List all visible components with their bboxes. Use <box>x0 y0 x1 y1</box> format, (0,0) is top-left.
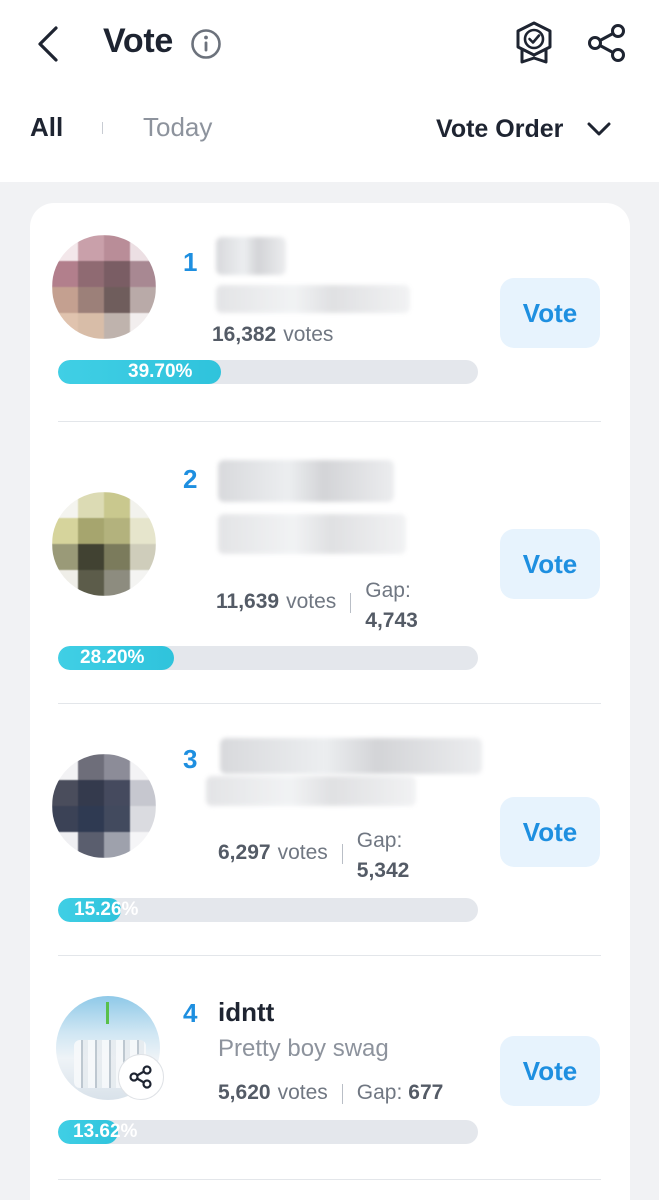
tab-divider <box>102 122 103 134</box>
avatar <box>52 492 156 596</box>
rank-number: 3 <box>183 744 198 774</box>
vote-share-bar: 15.26% <box>58 898 478 922</box>
gap-label: Gap: <box>356 1081 403 1104</box>
tab-today[interactable]: Today <box>143 112 212 143</box>
blurred-subtitle <box>216 285 410 313</box>
blurred-subtitle <box>206 776 416 806</box>
stat-separator <box>350 593 352 613</box>
tab-all[interactable]: All <box>30 112 63 143</box>
page-title: Vote <box>103 22 173 60</box>
blurred-name <box>216 237 286 275</box>
vote-button[interactable]: Vote <box>500 797 600 867</box>
ranking-item-3: 3 6,297 votes Gap: 5,342 Vote 15.26% <box>30 704 630 956</box>
ranking-item-1: 1 16,382 votes Vote 39.70% <box>30 203 630 423</box>
gap-value: 4,743 <box>365 609 418 632</box>
vote-stats: 11,639 votes Gap: 4,743 <box>216 576 418 636</box>
share-icon <box>129 1065 152 1089</box>
vote-share-bar: 13.62% <box>58 1120 478 1144</box>
vote-count: 11,639 <box>216 590 280 613</box>
blurred-subtitle <box>218 514 406 554</box>
vote-share-percent: 13.62% <box>73 1121 138 1142</box>
share-button[interactable] <box>118 1054 164 1100</box>
vote-stats: 5,620 votes Gap: 677 <box>218 1081 443 1105</box>
rank-number: 4 <box>183 998 198 1028</box>
entry-name: idntt <box>218 997 275 1027</box>
rank-number: 2 <box>183 464 198 494</box>
vote-stats: 6,297 votes Gap: 5,342 <box>218 826 409 886</box>
vote-stats: 16,382 votes <box>212 323 333 347</box>
entry-subtitle: Pretty boy swag <box>218 1035 389 1062</box>
stat-separator <box>341 1084 343 1104</box>
vote-button[interactable]: Vote <box>500 278 600 348</box>
votes-suffix: votes <box>277 1081 328 1104</box>
gap-block: Gap: 4,743 <box>365 576 418 636</box>
divider <box>58 1179 601 1180</box>
gap-label: Gap: <box>356 829 403 852</box>
ranking-card: 1 16,382 votes Vote 39.70% 2 11,639 vote… <box>30 203 630 1200</box>
share-icon[interactable] <box>586 22 628 64</box>
gap-value: 677 <box>408 1081 444 1104</box>
ranking-item-4: 4 idntt Pretty boy swag 5,620 votes Gap:… <box>30 956 630 1181</box>
badge-check-icon[interactable] <box>512 20 556 66</box>
vote-share-bar: 28.20% <box>58 646 478 670</box>
back-arrow-icon[interactable] <box>28 22 68 66</box>
avatar <box>52 235 156 339</box>
gap-label: Gap: <box>365 579 411 602</box>
sort-order-label: Vote Order <box>436 114 564 143</box>
vote-share-percent: 39.70% <box>128 361 193 382</box>
votes-suffix: votes <box>283 323 334 346</box>
vote-share-percent: 28.20% <box>80 647 145 668</box>
sort-order-dropdown[interactable]: Vote Order <box>436 112 613 146</box>
avatar <box>52 754 156 858</box>
stat-separator <box>341 844 343 864</box>
ranking-item-2: 2 11,639 votes Gap: 4,743 Vote 28.20% <box>30 422 630 704</box>
gap-block: Gap: 677 <box>357 1081 444 1105</box>
chevron-down-icon <box>587 122 611 136</box>
votes-suffix: votes <box>286 590 337 613</box>
top-bar: Vote All Today Vote Order <box>0 0 659 182</box>
vote-count: 5,620 <box>218 1081 271 1104</box>
blurred-name <box>220 738 482 774</box>
info-icon[interactable] <box>190 28 222 60</box>
rank-number: 1 <box>183 247 198 277</box>
gap-value: 5,342 <box>356 859 410 882</box>
vote-share-percent: 15.26% <box>74 899 139 920</box>
vote-share-bar: 39.70% <box>58 360 478 384</box>
blurred-name <box>218 460 394 502</box>
vote-button[interactable]: Vote <box>500 1036 600 1106</box>
votes-suffix: votes <box>277 841 328 864</box>
gap-block: Gap: 5,342 <box>357 826 410 886</box>
vote-count: 16,382 <box>212 323 277 346</box>
photo-accent <box>106 1002 109 1024</box>
vote-count: 6,297 <box>218 841 271 864</box>
vote-button[interactable]: Vote <box>500 529 600 599</box>
